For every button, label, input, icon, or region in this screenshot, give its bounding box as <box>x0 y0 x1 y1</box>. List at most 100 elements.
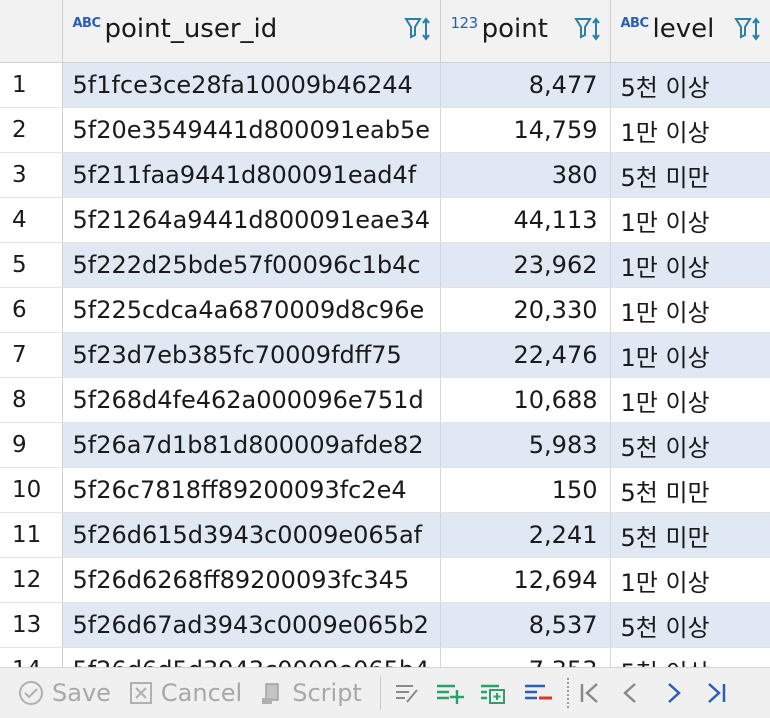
row-number[interactable]: 12 <box>0 557 63 603</box>
cell-level[interactable]: 1만 이상 <box>610 107 770 153</box>
edit-rows-icon[interactable] <box>393 680 421 706</box>
row-number[interactable]: 9 <box>0 422 63 468</box>
cell-point-user-id[interactable]: 5f26c7818ff89200093fc2e4 <box>62 467 441 513</box>
header-row: ABC point_user_id 123 point ABC level <box>0 0 770 63</box>
cell-point-user-id[interactable]: 5f1fce3ce28fa10009b46244 <box>62 62 441 108</box>
cell-level[interactable]: 5천 이상 <box>610 647 770 667</box>
table-row[interactable]: 9 5f26a7d1b81d800009afde82 5,983 5천 이상 <box>0 422 770 468</box>
result-table: ABC point_user_id 123 point ABC level 1 … <box>0 0 770 667</box>
cell-point[interactable]: 44,113 <box>440 197 611 243</box>
cell-point[interactable]: 150 <box>440 467 611 513</box>
table-row[interactable]: 14 5f26d6d5d3943c0009e065b4 7,353 5천 이상 <box>0 647 770 667</box>
filter-sort-icon[interactable] <box>403 16 434 42</box>
column-header-point[interactable]: 123 point <box>440 0 611 63</box>
cell-point[interactable]: 22,476 <box>440 332 611 378</box>
table-row[interactable]: 8 5f268d4fe462a000096e751d 10,688 1만 이상 <box>0 377 770 423</box>
table-row[interactable]: 6 5f225cdca4a6870009d8c96e 20,330 1만 이상 <box>0 287 770 333</box>
table-row[interactable]: 7 5f23d7eb385fc70009fdff75 22,476 1만 이상 <box>0 332 770 378</box>
previous-page-icon[interactable] <box>619 680 641 706</box>
cell-point[interactable]: 8,537 <box>440 602 611 648</box>
cell-level[interactable]: 1만 이상 <box>610 197 770 243</box>
row-number[interactable]: 13 <box>0 602 63 648</box>
cell-point-user-id[interactable]: 5f26d615d3943c0009e065af <box>62 512 441 558</box>
column-header-level[interactable]: ABC level <box>610 0 770 63</box>
cell-level[interactable]: 5천 미만 <box>610 512 770 558</box>
cell-point-user-id[interactable]: 5f222d25bde57f00096c1b4c <box>62 242 441 288</box>
row-number[interactable]: 14 <box>0 647 63 667</box>
nav-divider <box>566 678 569 708</box>
row-number[interactable]: 3 <box>0 152 63 198</box>
close-box-icon <box>129 682 152 704</box>
script-button[interactable]: Script <box>260 679 362 707</box>
cell-point[interactable]: 10,688 <box>440 377 611 423</box>
row-number[interactable]: 6 <box>0 287 63 333</box>
cell-level[interactable]: 1만 이상 <box>610 242 770 288</box>
cancel-button[interactable]: Cancel <box>129 679 242 707</box>
table-row[interactable]: 12 5f26d6268ff89200093fc345 12,694 1만 이상 <box>0 557 770 603</box>
cell-level[interactable]: 5천 이상 <box>610 62 770 108</box>
row-number[interactable]: 7 <box>0 332 63 378</box>
cell-level[interactable]: 1만 이상 <box>610 557 770 603</box>
text-type-icon: ABC <box>620 15 650 31</box>
cell-level[interactable]: 5천 이상 <box>610 602 770 648</box>
table-row[interactable]: 5 5f222d25bde57f00096c1b4c 23,962 1만 이상 <box>0 242 770 288</box>
cell-level[interactable]: 1만 이상 <box>610 332 770 378</box>
row-number[interactable]: 10 <box>0 467 63 513</box>
row-number[interactable]: 1 <box>0 62 63 108</box>
column-header-point-user-id[interactable]: ABC point_user_id <box>62 0 441 63</box>
row-number[interactable]: 4 <box>0 197 63 243</box>
cell-point-user-id[interactable]: 5f26a7d1b81d800009afde82 <box>62 422 441 468</box>
cell-level[interactable]: 5천 미만 <box>610 152 770 198</box>
cell-point-user-id[interactable]: 5f26d6268ff89200093fc345 <box>62 557 441 603</box>
cell-level[interactable]: 5천 이상 <box>610 422 770 468</box>
cell-point[interactable]: 14,759 <box>440 107 611 153</box>
next-page-icon[interactable] <box>663 680 685 706</box>
cell-point-user-id[interactable]: 5f20e3549441d800091eab5e <box>62 107 441 153</box>
check-circle-icon <box>19 681 43 705</box>
table-row[interactable]: 11 5f26d615d3943c0009e065af 2,241 5천 미만 <box>0 512 770 558</box>
cell-level[interactable]: 1만 이상 <box>610 377 770 423</box>
column-label: point_user_id <box>104 14 278 44</box>
cell-point[interactable]: 2,241 <box>440 512 611 558</box>
duplicate-row-icon[interactable] <box>479 680 509 706</box>
filter-sort-icon[interactable] <box>733 16 764 42</box>
cell-point[interactable]: 7,353 <box>440 647 611 667</box>
last-page-icon[interactable] <box>703 680 729 706</box>
save-label: Save <box>52 679 111 707</box>
cell-point-user-id[interactable]: 5f211faa9441d800091ead4f <box>62 152 441 198</box>
cell-point-user-id[interactable]: 5f26d67ad3943c0009e065b2 <box>62 602 441 648</box>
row-number-header[interactable] <box>0 0 63 63</box>
table-row[interactable]: 3 5f211faa9441d800091ead4f 380 5천 미만 <box>0 152 770 198</box>
table-row[interactable]: 2 5f20e3549441d800091eab5e 14,759 1만 이상 <box>0 107 770 153</box>
table-row[interactable]: 10 5f26c7818ff89200093fc2e4 150 5천 미만 <box>0 467 770 513</box>
table-row[interactable]: 4 5f21264a9441d800091eae34 44,113 1만 이상 <box>0 197 770 243</box>
table-row[interactable]: 13 5f26d67ad3943c0009e065b2 8,537 5천 이상 <box>0 602 770 648</box>
cell-point-user-id[interactable]: 5f225cdca4a6870009d8c96e <box>62 287 441 333</box>
cell-point[interactable]: 8,477 <box>440 62 611 108</box>
row-number[interactable]: 2 <box>0 107 63 153</box>
filter-sort-icon[interactable] <box>573 16 604 42</box>
cell-point[interactable]: 380 <box>440 152 611 198</box>
cell-level[interactable]: 1만 이상 <box>610 287 770 333</box>
row-number[interactable]: 5 <box>0 242 63 288</box>
delete-row-icon[interactable] <box>523 680 553 706</box>
row-number[interactable]: 8 <box>0 377 63 423</box>
cell-point[interactable]: 12,694 <box>440 557 611 603</box>
cell-point-user-id[interactable]: 5f26d6d5d3943c0009e065b4 <box>62 647 441 667</box>
add-row-icon[interactable] <box>435 680 465 706</box>
script-icon <box>262 683 279 704</box>
cell-point[interactable]: 5,983 <box>440 422 611 468</box>
cell-level[interactable]: 5천 미만 <box>610 467 770 513</box>
result-grid: ABC point_user_id 123 point ABC level 1 … <box>0 0 770 667</box>
column-label: point <box>481 14 548 44</box>
first-page-icon[interactable] <box>577 680 603 706</box>
cell-point-user-id[interactable]: 5f21264a9441d800091eae34 <box>62 197 441 243</box>
cell-point[interactable]: 20,330 <box>440 287 611 333</box>
table-row[interactable]: 1 5f1fce3ce28fa10009b46244 8,477 5천 이상 <box>0 62 770 108</box>
cell-point-user-id[interactable]: 5f268d4fe462a000096e751d <box>62 377 441 423</box>
cell-point-user-id[interactable]: 5f23d7eb385fc70009fdff75 <box>62 332 441 378</box>
script-label: Script <box>292 679 362 707</box>
save-button[interactable]: Save <box>18 679 111 707</box>
cell-point[interactable]: 23,962 <box>440 242 611 288</box>
row-number[interactable]: 11 <box>0 512 63 558</box>
